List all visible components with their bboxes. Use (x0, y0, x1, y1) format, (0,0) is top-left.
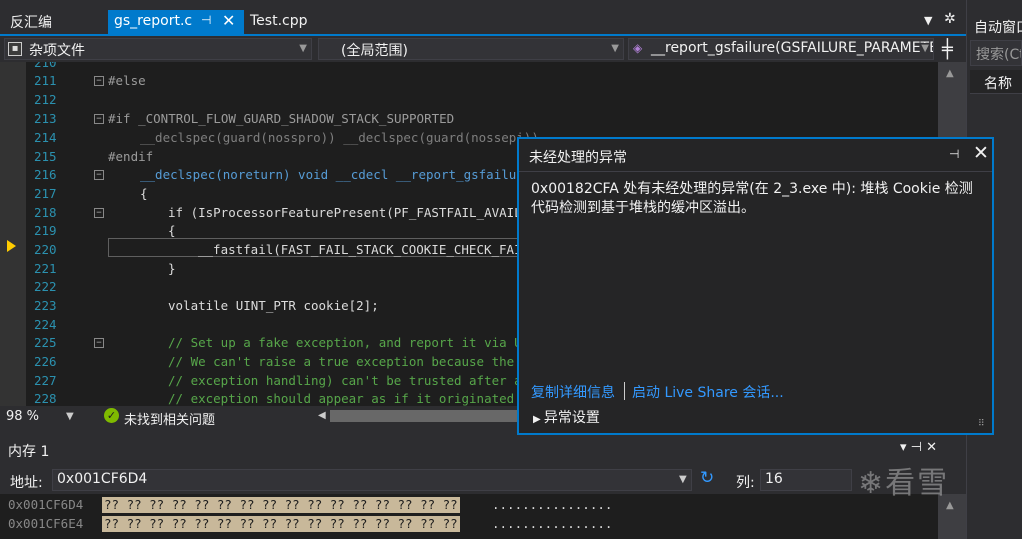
gear-icon[interactable]: ✲ (944, 11, 956, 27)
chevron-right-icon: ▶ (533, 414, 544, 425)
line-number: 225 (34, 335, 57, 350)
fold-toggle-icon[interactable]: − (94, 114, 104, 124)
line-number: 214 (34, 130, 57, 145)
line-number: 221 (34, 261, 57, 276)
code-line: } (168, 261, 176, 276)
memory-address: 0x001CF6D4 (8, 497, 84, 512)
fold-toggle-icon[interactable]: − (94, 76, 104, 86)
code-line: volatile UINT_PTR cookie[2]; (168, 298, 379, 313)
memory-address: 0x001CF6E4 (8, 516, 84, 531)
issues-status[interactable]: 未找到相关问题 (124, 409, 215, 428)
chevron-down-icon[interactable]: ▼ (924, 14, 932, 27)
autos-panel-title: 自动窗口 (974, 20, 1022, 36)
line-number: 228 (34, 391, 57, 406)
refresh-icon[interactable]: ↻ (700, 468, 714, 488)
memory-panel-header (0, 436, 966, 462)
line-number: 212 (34, 92, 57, 107)
resize-grip-icon[interactable]: ⠿ (978, 419, 985, 429)
column-header-name[interactable]: 名称 (970, 70, 1022, 94)
divider (519, 171, 992, 172)
zoom-level[interactable]: 98 % (6, 409, 39, 424)
tab-gs-report[interactable]: gs_report.c ⊣ ✕ (108, 10, 244, 34)
exception-title: 未经处理的异常 (529, 150, 627, 166)
line-number: 217 (34, 186, 57, 201)
horizontal-scrollbar-thumb[interactable] (330, 410, 520, 422)
chevron-down-icon: ▼ (299, 43, 307, 54)
tab-test-cpp[interactable]: Test.cpp (250, 13, 308, 29)
address-label: 地址: (10, 475, 43, 491)
code-line: { (168, 223, 176, 238)
line-number: 226 (34, 354, 57, 369)
autos-search-input[interactable]: 搜索(Ctrl+E) (970, 40, 1022, 66)
code-line: #endif (108, 149, 154, 164)
code-line: #if _CONTROL_FLOW_GUARD_SHADOW_STACK_SUP… (108, 111, 455, 126)
memory-chars[interactable]: ................ (492, 497, 612, 512)
chevron-down-icon: ▼ (921, 43, 929, 54)
line-number: 210 (34, 62, 57, 70)
pin-icon[interactable]: ⊣ (949, 147, 959, 161)
tab-gs-report-label: gs_report.c (114, 13, 193, 29)
navigation-bar: ▪ 杂项文件 ▼ (全局范围) ▼ ◈ __report_gsfailure(G… (0, 36, 966, 62)
line-number: 211 (34, 73, 57, 88)
fold-toggle-icon[interactable]: − (94, 338, 104, 348)
address-input[interactable]: 0x001CF6D4 (52, 469, 692, 491)
editor-gutter[interactable] (0, 62, 26, 406)
function-dropdown[interactable]: ◈ __report_gsfailure(GSFAILURE_PARAMETER… (628, 38, 934, 60)
line-number: 218 (34, 205, 57, 220)
code-line: __declspec(guard(nosspro)) __declspec(gu… (140, 130, 539, 145)
split-add-icon[interactable]: ╪ (942, 39, 953, 60)
line-number: 227 (34, 373, 57, 388)
column-label: 列: (736, 475, 755, 491)
exception-settings-toggle[interactable]: ▶ 异常设置 (533, 407, 600, 427)
exception-settings-label: 异常设置 (543, 410, 600, 426)
close-icon[interactable]: ✕ (222, 11, 235, 30)
fold-toggle-icon[interactable]: − (94, 170, 104, 180)
close-icon[interactable]: ✕ (973, 142, 989, 164)
fold-toggle-icon[interactable]: − (94, 208, 104, 218)
memory-bytes[interactable]: ?? ?? ?? ?? ?? ?? ?? ?? ?? ?? ?? ?? ?? ?… (102, 497, 460, 513)
line-number: 219 (34, 223, 57, 238)
line-number: 216 (34, 167, 57, 182)
divider (624, 382, 625, 400)
pin-icon[interactable]: ⊣ (201, 13, 211, 27)
method-icon: ◈ (633, 41, 643, 55)
line-number: 220 (34, 242, 57, 257)
line-number: 223 (34, 298, 57, 313)
line-number: 215 (34, 149, 57, 164)
chevron-down-icon: ▼ (611, 43, 619, 54)
line-number: 213 (34, 111, 57, 126)
scope-dropdown[interactable]: (全局范围) ▼ (318, 38, 624, 60)
line-number: 222 (34, 279, 57, 294)
code-line: __fastfail(FAST_FAIL_STACK_COOKIE_CHECK_… (198, 242, 567, 257)
exception-message: 0x00182CFA 处有未经处理的异常(在 2_3.exe 中): 堆栈 Co… (531, 181, 973, 216)
tab-disassembly[interactable]: 反汇编 (10, 12, 52, 32)
current-instruction-arrow-icon (7, 240, 16, 252)
code-line: { (140, 186, 148, 201)
watermark-logo: ❄看雪 (858, 466, 950, 501)
scope-dropdown-label: (全局范围) (341, 43, 408, 59)
project-dropdown-label: 杂项文件 (29, 43, 85, 59)
copy-details-link[interactable]: 复制详细信息 (531, 382, 615, 402)
memory-view[interactable]: 0x001CF6D4 ?? ?? ?? ?? ?? ?? ?? ?? ?? ??… (0, 494, 938, 539)
panel-window-controls[interactable]: ▾ ⊣ ✕ (900, 440, 937, 455)
memory-bytes[interactable]: ?? ?? ?? ?? ?? ?? ?? ?? ?? ?? ?? ?? ?? ?… (102, 516, 460, 532)
chevron-down-icon[interactable]: ▼ (679, 474, 687, 485)
code-line: #else (108, 73, 146, 88)
code-line: if (IsProcessorFeaturePresent(PF_FASTFAI… (168, 205, 567, 220)
memory-chars[interactable]: ................ (492, 516, 612, 531)
scroll-left-icon[interactable]: ◀ (318, 410, 326, 421)
check-circle-icon: ✓ (104, 408, 119, 423)
exception-helper-popup: 未经处理的异常 ⊣ ✕ 0x00182CFA 处有未经处理的异常(在 2_3.e… (517, 137, 994, 435)
project-dropdown[interactable]: ▪ 杂项文件 ▼ (4, 38, 312, 60)
project-icon: ▪ (8, 42, 22, 56)
function-dropdown-label: __report_gsfailure(GSFAILURE_PARAMETERS) (651, 40, 934, 56)
live-share-link[interactable]: 启动 Live Share 会话... (632, 382, 784, 402)
line-number: 224 (34, 317, 57, 332)
memory-panel-title: 内存 1 (8, 444, 50, 460)
scroll-up-icon[interactable]: ▲ (946, 68, 954, 79)
chevron-down-icon[interactable]: ▼ (66, 411, 74, 422)
column-count-input[interactable]: 16 (760, 469, 852, 491)
